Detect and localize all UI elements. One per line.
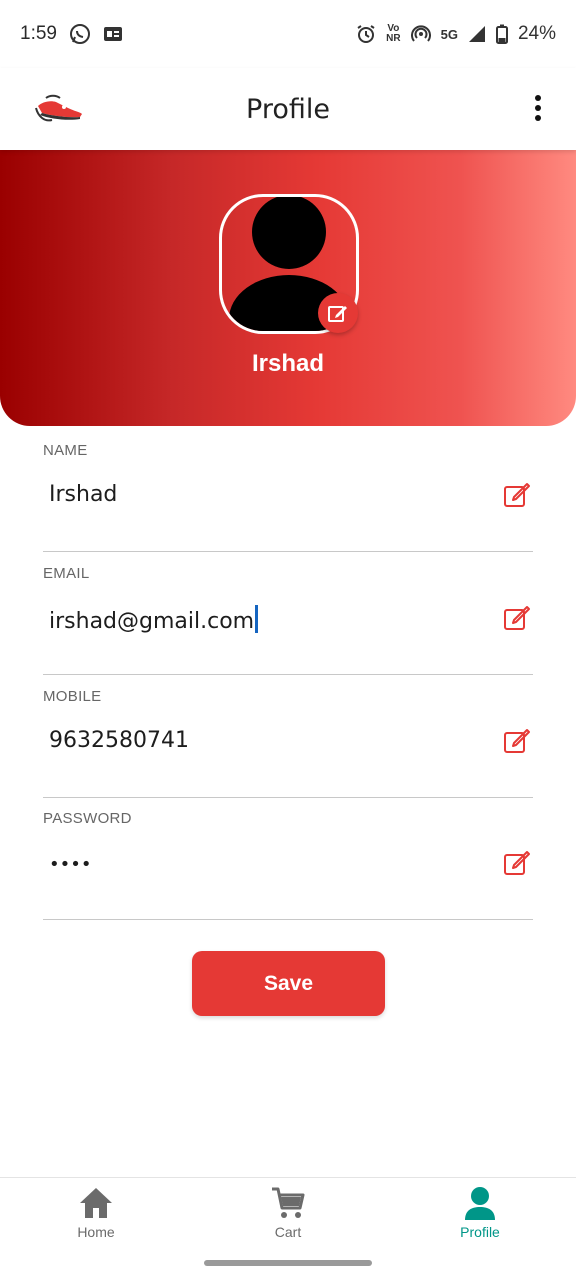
battery-icon [495,24,508,44]
email-label: EMAIL [43,565,90,582]
status-bar: 1:59 Vo NR 5G 24% [0,0,576,68]
email-input-wrap[interactable]: irshad@gmail.com [49,605,259,634]
name-input[interactable]: Irshad [49,482,117,507]
person-icon [465,1187,495,1220]
volte-icon: Vo NR [386,24,400,44]
name-label: NAME [43,442,88,459]
nav-label-profile: Profile [460,1224,500,1240]
gallery-icon [103,26,123,42]
nav-label-home: Home [77,1224,115,1240]
edit-password-icon[interactable] [503,848,531,876]
nav-item-cart[interactable]: Cart [228,1186,348,1240]
text-caret [255,605,259,633]
sneaker-logo-icon[interactable] [34,86,86,126]
nav-item-home[interactable]: Home [36,1186,156,1240]
mobile-field[interactable]: MOBILE 9632580741 [43,688,533,798]
whatsapp-icon [69,23,91,45]
signal-icon [468,25,486,43]
email-input[interactable]: irshad@gmail.com [49,609,254,634]
password-input[interactable]: •••• [49,854,91,875]
profile-name: Irshad [251,350,325,377]
home-indicator[interactable] [204,1260,372,1266]
nav-label-cart: Cart [274,1224,302,1240]
battery-percent: 24% [517,23,556,44]
save-button[interactable]: Save [192,951,385,1016]
page-title: Profile [246,93,330,125]
more-vert-icon[interactable] [528,92,548,124]
avatar-edit-button[interactable] [318,293,358,333]
mobile-input[interactable]: 9632580741 [49,728,189,753]
profile-header: Irshad [0,150,576,426]
edit-email-icon[interactable] [503,603,531,631]
name-field[interactable]: NAME Irshad [43,442,533,552]
alarm-icon [356,24,376,44]
nav-item-profile[interactable]: Profile [420,1186,540,1240]
edit-name-icon[interactable] [503,480,531,508]
email-field[interactable]: EMAIL irshad@gmail.com [43,565,533,675]
app-bar: Profile [0,68,576,150]
status-time: 1:59 [20,23,57,44]
edit-icon [328,306,347,322]
password-field[interactable]: PASSWORD •••• [43,810,533,920]
volte-bottom-label: NR [386,33,401,44]
password-label: PASSWORD [43,810,132,827]
edit-mobile-icon[interactable] [503,726,531,754]
home-icon [80,1188,112,1218]
network-type-label: 5G [440,26,458,42]
cart-icon [272,1187,305,1218]
hotspot-icon [410,24,431,44]
mobile-label: MOBILE [43,688,102,705]
